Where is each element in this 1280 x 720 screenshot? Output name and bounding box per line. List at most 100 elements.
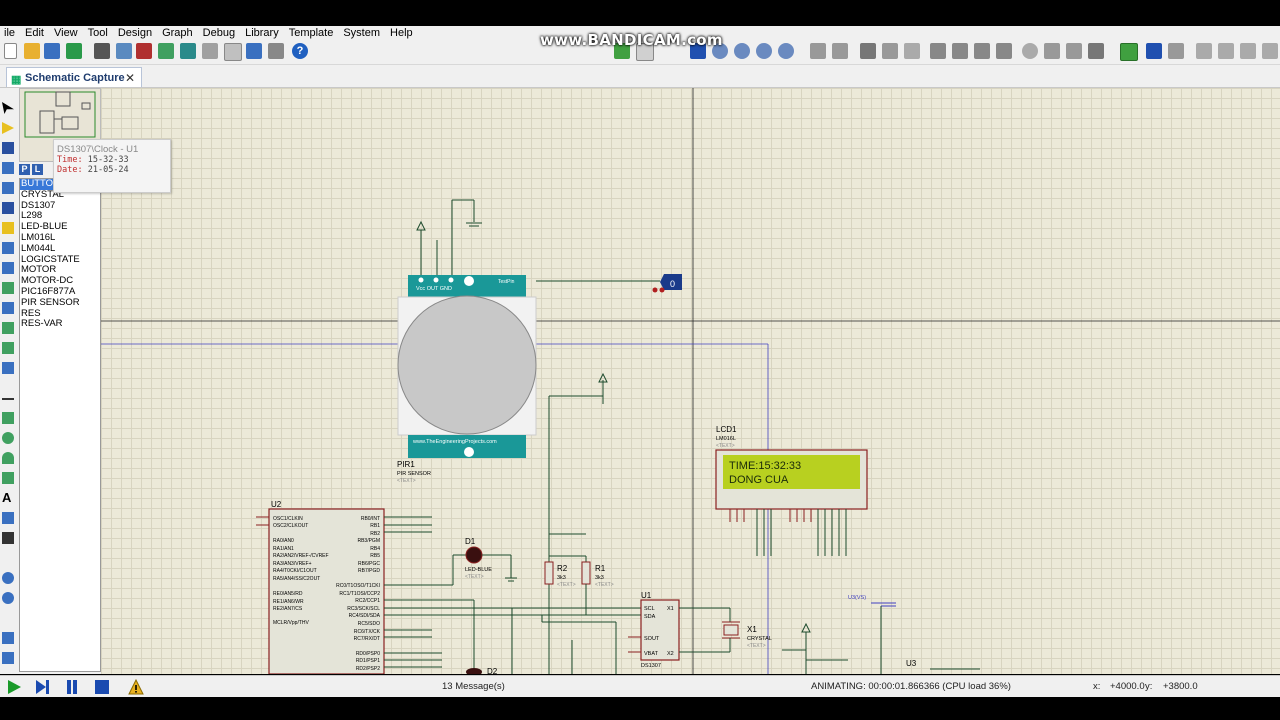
device-item[interactable]: PIR SENSOR (20, 298, 100, 309)
gerber-icon[interactable] (158, 43, 174, 59)
path-tool-icon[interactable] (2, 472, 14, 484)
device-item[interactable]: LM044L (20, 244, 100, 255)
mirror-y-icon[interactable] (2, 652, 14, 664)
menu-debug[interactable]: Debug (199, 26, 241, 40)
junction-mode-icon[interactable] (2, 142, 14, 154)
pick-devices-button[interactable]: P (19, 164, 30, 175)
import-icon[interactable] (66, 43, 82, 59)
pick-parts-icon[interactable] (1022, 43, 1038, 59)
circle-tool-icon[interactable] (2, 432, 14, 444)
d2-ref: D2 (487, 667, 498, 674)
paste-icon[interactable] (904, 43, 920, 59)
undo-icon[interactable] (810, 43, 826, 59)
device-item[interactable]: LM016L (20, 233, 100, 244)
warning-icon[interactable] (128, 678, 144, 695)
property-tool-icon[interactable] (1168, 43, 1184, 59)
arc-tool-icon[interactable] (2, 452, 14, 464)
redo-icon[interactable] (832, 43, 848, 59)
box-tool-icon[interactable] (2, 412, 14, 424)
menu-tool[interactable]: Tool (84, 26, 114, 40)
generator-mode-icon[interactable] (2, 322, 14, 334)
buses-mode-icon[interactable] (2, 202, 14, 214)
x1-text: <TEXT> (747, 643, 766, 649)
source-code-icon[interactable] (246, 43, 262, 59)
graph-mode-icon[interactable] (2, 282, 14, 294)
menu-library[interactable]: Library (241, 26, 285, 40)
cut-icon[interactable] (860, 43, 876, 59)
search-icon[interactable] (1146, 43, 1162, 59)
device-list[interactable]: BUTTON CRYSTAL DS1307 L298 LED-BLUE LM01… (19, 178, 101, 672)
symbol-tool-icon[interactable] (2, 512, 14, 524)
line-tool-icon[interactable] (2, 398, 14, 400)
subcircuit-mode-icon[interactable] (2, 222, 14, 234)
device-item[interactable]: L298 (20, 211, 100, 222)
menu-template[interactable]: Template (285, 26, 340, 40)
menu-design[interactable]: Design (114, 26, 158, 40)
device-item[interactable]: LOGICSTATE (20, 255, 100, 266)
design-notes-icon[interactable] (1262, 43, 1278, 59)
library-manager-button[interactable]: L (32, 164, 43, 175)
design-explorer-icon[interactable] (202, 43, 218, 59)
pcb-icon[interactable] (136, 43, 152, 59)
tape-recorder-mode-icon[interactable] (2, 302, 14, 314)
instrument-mode-icon[interactable] (2, 362, 14, 374)
device-item[interactable]: PIC16F877A (20, 287, 100, 298)
close-icon[interactable]: ✕ (125, 71, 135, 85)
device-item[interactable]: RES-VAR (20, 319, 100, 330)
decompose-icon[interactable] (1088, 43, 1104, 59)
menu-help[interactable]: Help (386, 26, 419, 40)
device-item[interactable]: MOTOR-DC (20, 276, 100, 287)
mirror-x-icon[interactable] (2, 632, 14, 644)
pause-icon[interactable] (64, 679, 80, 695)
make-device-icon[interactable] (1044, 43, 1060, 59)
tab-schematic-capture[interactable]: ▦ Schematic Capture ✕ (6, 67, 142, 87)
wire-label-mode-icon[interactable] (2, 162, 14, 174)
terminals-mode-icon[interactable] (2, 242, 14, 254)
rotate-ccw-icon[interactable] (2, 592, 14, 604)
zoom-all-icon[interactable] (756, 43, 772, 59)
block-delete-icon[interactable] (996, 43, 1012, 59)
device-item[interactable]: RES (20, 309, 100, 320)
message-count[interactable]: 13 Message(s) (442, 681, 505, 692)
remove-sheet-icon[interactable] (1218, 43, 1234, 59)
menu-system[interactable]: System (339, 26, 386, 40)
marker-tool-icon[interactable] (2, 532, 14, 544)
schematic-canvas[interactable]: Vcc OUT GND TestPin www.TheEngineeringPr… (101, 88, 1280, 674)
pin-mode-icon[interactable] (2, 262, 14, 274)
schematic-icon[interactable] (116, 43, 132, 59)
step-icon[interactable] (34, 679, 50, 695)
wire-autorouter-icon[interactable] (1120, 43, 1138, 61)
rotate-cw-icon[interactable] (2, 572, 14, 584)
stop-icon[interactable] (94, 679, 110, 695)
device-item[interactable]: MOTOR (20, 265, 100, 276)
exit-to-parent-icon[interactable] (1240, 43, 1256, 59)
packaging-tool-icon[interactable] (1066, 43, 1082, 59)
block-move-icon[interactable] (952, 43, 968, 59)
zoom-area-icon[interactable] (778, 43, 794, 59)
new-sheet-icon[interactable] (1196, 43, 1212, 59)
close-project-icon[interactable] (94, 43, 110, 59)
library-icon[interactable] (268, 43, 284, 59)
component-mode-icon[interactable] (2, 122, 14, 134)
copy-icon[interactable] (882, 43, 898, 59)
block-copy-icon[interactable] (930, 43, 946, 59)
text-tool-icon[interactable]: A (2, 491, 14, 504)
device-item[interactable]: DS1307 (20, 201, 100, 212)
menu-graph[interactable]: Graph (158, 26, 199, 40)
selection-mode-icon[interactable] (2, 102, 14, 114)
new-file-icon[interactable] (4, 43, 17, 59)
help-icon[interactable]: ? (292, 43, 308, 59)
play-icon[interactable] (6, 679, 22, 695)
menu-view[interactable]: View (50, 26, 84, 40)
3d-view-icon[interactable] (180, 43, 196, 59)
probe-mode-icon[interactable] (2, 342, 14, 354)
device-item[interactable]: LED-BLUE (20, 222, 100, 233)
open-folder-icon[interactable] (24, 43, 40, 59)
zoom-out-icon[interactable] (734, 43, 750, 59)
block-rotate-icon[interactable] (974, 43, 990, 59)
save-icon[interactable] (44, 43, 60, 59)
menu-file[interactable]: ile (0, 26, 21, 40)
menu-edit[interactable]: Edit (21, 26, 50, 40)
bom-icon[interactable] (224, 43, 242, 61)
text-script-mode-icon[interactable] (2, 182, 14, 194)
